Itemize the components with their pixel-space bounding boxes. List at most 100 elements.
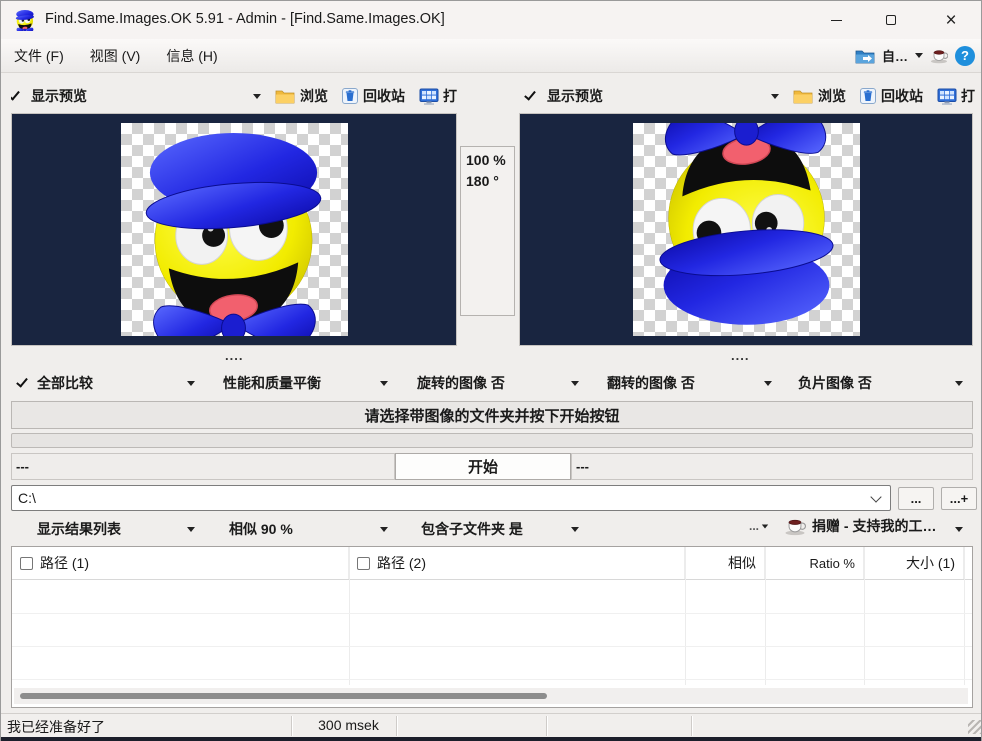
more-options[interactable]: ... — [749, 519, 769, 533]
add-path-button[interactable]: ...+ — [941, 487, 977, 510]
path1-label: 路径 (1) — [40, 553, 89, 573]
show-preview-check-icon[interactable] — [524, 88, 536, 100]
donate-label: 捐赠 - 支持我的工… — [812, 516, 936, 536]
recycle-bin-icon[interactable] — [860, 88, 876, 104]
rotated-label: 旋转的图像 否 — [417, 373, 505, 393]
close-button[interactable]: × — [929, 5, 973, 35]
donate-dropdown-icon[interactable] — [955, 527, 963, 532]
browse-folder-icon[interactable] — [275, 88, 295, 104]
more-options-label: ... — [749, 519, 759, 533]
open-label[interactable]: 打 — [961, 86, 975, 106]
filter-similar[interactable]: 相似 90 % — [229, 519, 293, 539]
minimize-button[interactable] — [814, 5, 858, 35]
preview-dropdown-icon[interactable] — [771, 94, 779, 99]
result-right-box: --- — [571, 453, 973, 480]
filter-subfolders[interactable]: 包含子文件夹 是 — [421, 519, 523, 539]
donate-coffee-icon[interactable] — [930, 48, 948, 64]
option-quality[interactable]: 性能和质量平衡 — [223, 373, 321, 393]
status-bar: 我已经准备好了 300 msek — [1, 713, 982, 737]
header-path2[interactable]: 路径 (2) — [349, 547, 685, 579]
start-button[interactable]: 开始 — [395, 453, 571, 480]
table-header-row: 路径 (1) 路径 (2) 相似 Ratio % 大小 (1) — [12, 547, 972, 580]
scrollbar-thumb[interactable] — [20, 693, 547, 699]
show-preview-label[interactable]: 显示预览 — [31, 86, 87, 106]
negative-label: 负片图像 否 — [798, 373, 872, 393]
header-path1[interactable]: 路径 (1) — [12, 547, 349, 579]
subfolders-dropdown-icon[interactable] — [571, 527, 579, 532]
results-dropdown-icon[interactable] — [187, 527, 195, 532]
compare-all-label: 全部比较 — [37, 373, 93, 393]
recycle-bin-icon[interactable] — [342, 88, 358, 104]
open-monitor-icon[interactable] — [419, 88, 439, 105]
header-similar[interactable]: 相似 — [685, 547, 765, 579]
size-col-label: 大小 (1) — [906, 553, 955, 573]
status-divider — [291, 716, 292, 736]
quality-dropdown-icon[interactable] — [380, 381, 388, 386]
flipped-dropdown-icon[interactable] — [764, 381, 772, 386]
column-divider — [964, 547, 965, 685]
open-label[interactable]: 打 — [443, 86, 457, 106]
app-icon — [13, 9, 37, 31]
auto-language-dropdown-icon[interactable] — [915, 53, 923, 58]
donate-link[interactable]: 捐赠 - 支持我的工… — [784, 516, 936, 536]
option-negative[interactable]: 负片图像 否 — [798, 373, 872, 393]
recycle-label[interactable]: 回收站 — [363, 86, 405, 106]
preview-splitter[interactable]: 100 % 180 ° — [457, 113, 519, 346]
path2-checkbox[interactable] — [357, 557, 370, 570]
browse-label[interactable]: 浏览 — [300, 86, 328, 106]
app-window: Find.Same.Images.OK 5.91 - Admin - [Find… — [0, 0, 982, 741]
header-size[interactable]: 大小 (1) — [864, 547, 964, 579]
option-flipped[interactable]: 翻转的图像 否 — [607, 373, 695, 393]
browse-folder-icon[interactable] — [793, 88, 813, 104]
menu-file[interactable]: 文件 (F) — [1, 39, 77, 72]
option-compare-all[interactable]: 全部比较 — [19, 373, 93, 393]
combobox-chevron-icon[interactable] — [870, 491, 881, 502]
subfolders-label: 包含子文件夹 是 — [421, 519, 523, 539]
row-divider — [12, 613, 972, 614]
similar-dropdown-icon[interactable] — [380, 527, 388, 532]
progress-bar — [11, 433, 973, 448]
quality-label: 性能和质量平衡 — [223, 373, 321, 393]
preview-pane-right[interactable] — [519, 113, 973, 346]
ratio-col-label: Ratio % — [809, 556, 855, 571]
status-time-text: 300 msek — [301, 717, 396, 733]
result-left-box: --- — [11, 453, 395, 480]
horizontal-scrollbar[interactable] — [14, 688, 968, 704]
path1-checkbox[interactable] — [20, 557, 33, 570]
browse-path-button[interactable]: ... — [898, 487, 934, 510]
preview-pane-left[interactable] — [11, 113, 457, 346]
resize-grip[interactable] — [968, 720, 982, 734]
auto-language-label[interactable]: 自… — [882, 46, 908, 65]
open-monitor-icon[interactable] — [937, 88, 957, 105]
header-ratio[interactable]: Ratio % — [765, 547, 864, 579]
option-rotated[interactable]: 旋转的图像 否 — [417, 373, 505, 393]
browse-label[interactable]: 浏览 — [818, 86, 846, 106]
status-divider — [691, 716, 692, 736]
rotated-dropdown-icon[interactable] — [571, 381, 579, 386]
language-folder-icon[interactable] — [855, 48, 875, 64]
menu-view[interactable]: 视图 (V) — [77, 39, 154, 72]
minimize-icon — [831, 20, 842, 21]
window-bottom-border — [1, 737, 982, 741]
compare-all-dropdown-icon[interactable] — [187, 381, 195, 386]
negative-dropdown-icon[interactable] — [955, 381, 963, 386]
path-value: C:\ — [18, 490, 36, 506]
recycle-label[interactable]: 回收站 — [881, 86, 923, 106]
message-bar: 请选择带图像的文件夹并按下开始按钮 — [11, 401, 973, 429]
filter-results[interactable]: 显示结果列表 — [37, 519, 121, 539]
row-divider — [12, 679, 972, 680]
title-bar[interactable]: Find.Same.Images.OK 5.91 - Admin - [Find… — [1, 1, 981, 39]
row-divider — [12, 646, 972, 647]
path-combobox[interactable]: C:\ — [11, 485, 891, 511]
maximize-button[interactable] — [869, 5, 913, 35]
menu-bar: 文件 (F) 视图 (V) 信息 (H) 自… ? — [1, 39, 981, 73]
preview-dropdown-icon[interactable] — [253, 94, 261, 99]
pane-dots-right[interactable]: .... — [731, 348, 749, 363]
show-preview-check-icon[interactable] — [11, 88, 20, 100]
pane-dots-left[interactable]: .... — [225, 348, 243, 363]
donate-coffee-icon — [784, 517, 806, 536]
preview-image-left — [121, 123, 348, 336]
show-preview-label[interactable]: 显示预览 — [547, 86, 603, 106]
help-icon[interactable]: ? — [955, 46, 975, 66]
menu-info[interactable]: 信息 (H) — [153, 39, 230, 72]
